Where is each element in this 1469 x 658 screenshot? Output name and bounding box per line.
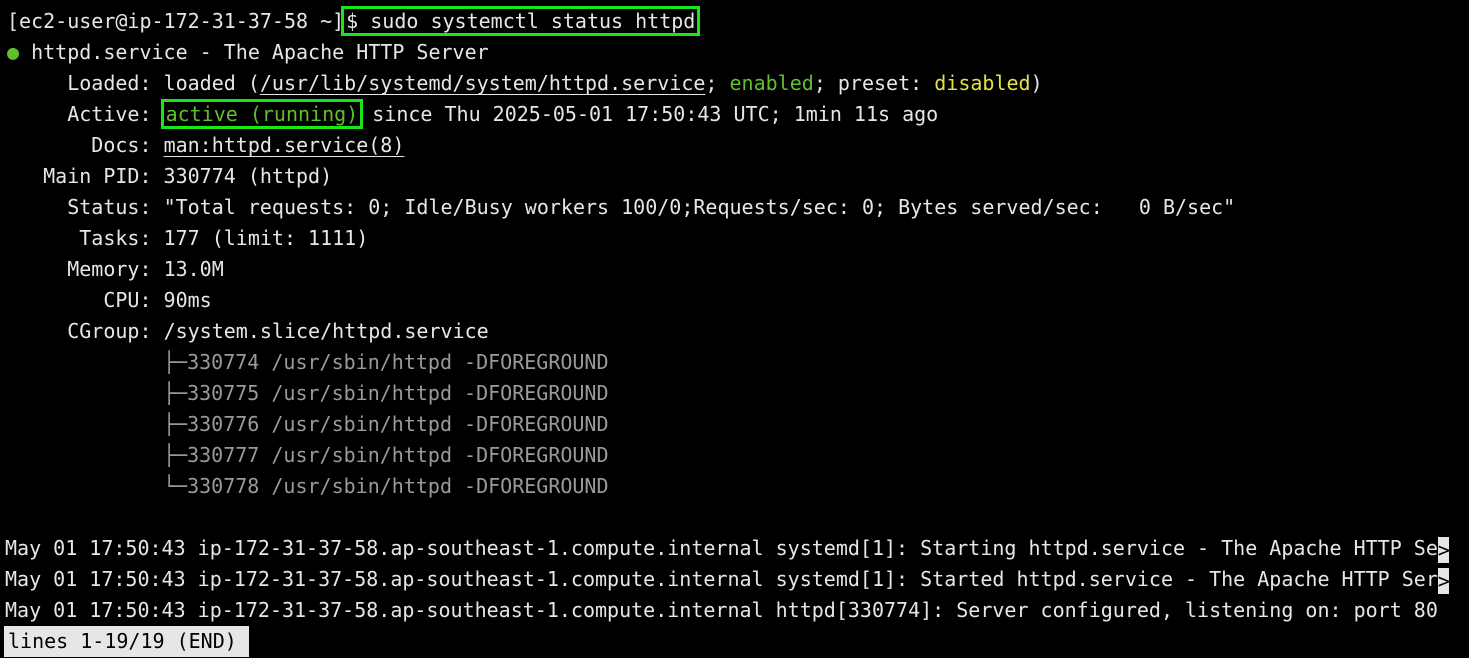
terminal-window[interactable]: [ec2-user@ip-172-31-37-58 ~] $ sudo syste… (0, 0, 1469, 658)
loaded-sep2: ; preset: (813, 71, 935, 95)
pager-status-bar: lines 1-19/19 (END) (4, 626, 249, 657)
memory-label: Memory: (67, 257, 152, 281)
status-line: Status: "Total requests: 0; Idle/Busy wo… (7, 192, 1235, 223)
process-row: ├─330777 /usr/sbin/httpd -DFOREGROUND (163, 443, 609, 467)
docs-link[interactable]: man:httpd.service(8) (164, 133, 405, 157)
enabled-status: enabled (729, 71, 814, 95)
shell-prompt: [ec2-user@ip-172-31-37-58 ~] (7, 9, 345, 33)
loaded-close: ) (1030, 71, 1043, 95)
loaded-path-link[interactable]: /usr/lib/systemd/system/httpd.service (260, 71, 706, 95)
process-row: ├─330776 /usr/sbin/httpd -DFOREGROUND (163, 412, 609, 436)
cgroup-line: CGroup: /system.slice/httpd.service (7, 316, 489, 347)
cpu-label: CPU: (103, 288, 152, 312)
tasks-label: Tasks: (79, 226, 152, 250)
mainpid-line: Main PID: 330774 (httpd) (7, 161, 332, 192)
log-line: May 01 17:50:43 ip-172-31-37-58.ap-south… (5, 595, 1438, 626)
process-row: ├─330774 /usr/sbin/httpd -DFOREGROUND (163, 350, 609, 374)
log-text: May 01 17:50:43 ip-172-31-37-58.ap-south… (5, 536, 1438, 560)
cgroup-value: /system.slice/httpd.service (163, 319, 489, 343)
truncation-marker: > (1437, 536, 1449, 563)
tasks-value: 177 (limit: 1111) (163, 226, 369, 250)
status-dot-icon: ● (7, 40, 20, 64)
cgroup-label: CGroup: (67, 319, 152, 343)
memory-line: Memory: 13.0M (7, 254, 224, 285)
cpu-value: 90ms (163, 288, 212, 312)
active-line: Active: active (running) since Thu 2025-… (7, 99, 938, 130)
preset-status: disabled (934, 71, 1031, 95)
command-text: $ sudo systemctl status httpd (341, 6, 701, 36)
status-value: "Total requests: 0; Idle/Busy workers 10… (163, 195, 1236, 219)
active-label: Active: (67, 102, 152, 126)
loaded-prefix: loaded ( (163, 71, 260, 95)
service-title-line: ● httpd.service - The Apache HTTP Server (7, 37, 489, 68)
service-title: httpd.service - The Apache HTTP Server (31, 40, 489, 64)
process-row: └─330778 /usr/sbin/httpd -DFOREGROUND (163, 474, 609, 498)
cpu-line: CPU: 90ms (7, 285, 212, 316)
process-row: ├─330775 /usr/sbin/httpd -DFOREGROUND (163, 381, 609, 405)
mainpid-value: 330774 (httpd) (163, 164, 333, 188)
truncation-marker: > (1437, 567, 1449, 594)
mainpid-label: Main PID: (43, 164, 152, 188)
prompt-line: [ec2-user@ip-172-31-37-58 ~] $ sudo syste… (7, 6, 701, 37)
docs-label: Docs: (91, 133, 152, 157)
loaded-sep1: ; (705, 71, 730, 95)
active-since: since Thu 2025-05-01 17:50:43 UTC; 1min … (360, 102, 939, 126)
log-line: May 01 17:50:43 ip-172-31-37-58.ap-south… (5, 564, 1449, 595)
docs-line: Docs: man:httpd.service(8) (7, 130, 404, 161)
loaded-line: Loaded: loaded (/usr/lib/systemd/system/… (7, 68, 1043, 99)
log-line: May 01 17:50:43 ip-172-31-37-58.ap-south… (5, 533, 1449, 564)
log-text: May 01 17:50:43 ip-172-31-37-58.ap-south… (5, 598, 1438, 622)
status-label: Status: (67, 195, 152, 219)
loaded-label: Loaded: (67, 71, 152, 95)
tasks-line: Tasks: 177 (limit: 1111) (7, 223, 368, 254)
log-text: May 01 17:50:43 ip-172-31-37-58.ap-south… (5, 567, 1438, 591)
active-state: active (running) (160, 99, 364, 129)
memory-value: 13.0M (163, 257, 224, 281)
